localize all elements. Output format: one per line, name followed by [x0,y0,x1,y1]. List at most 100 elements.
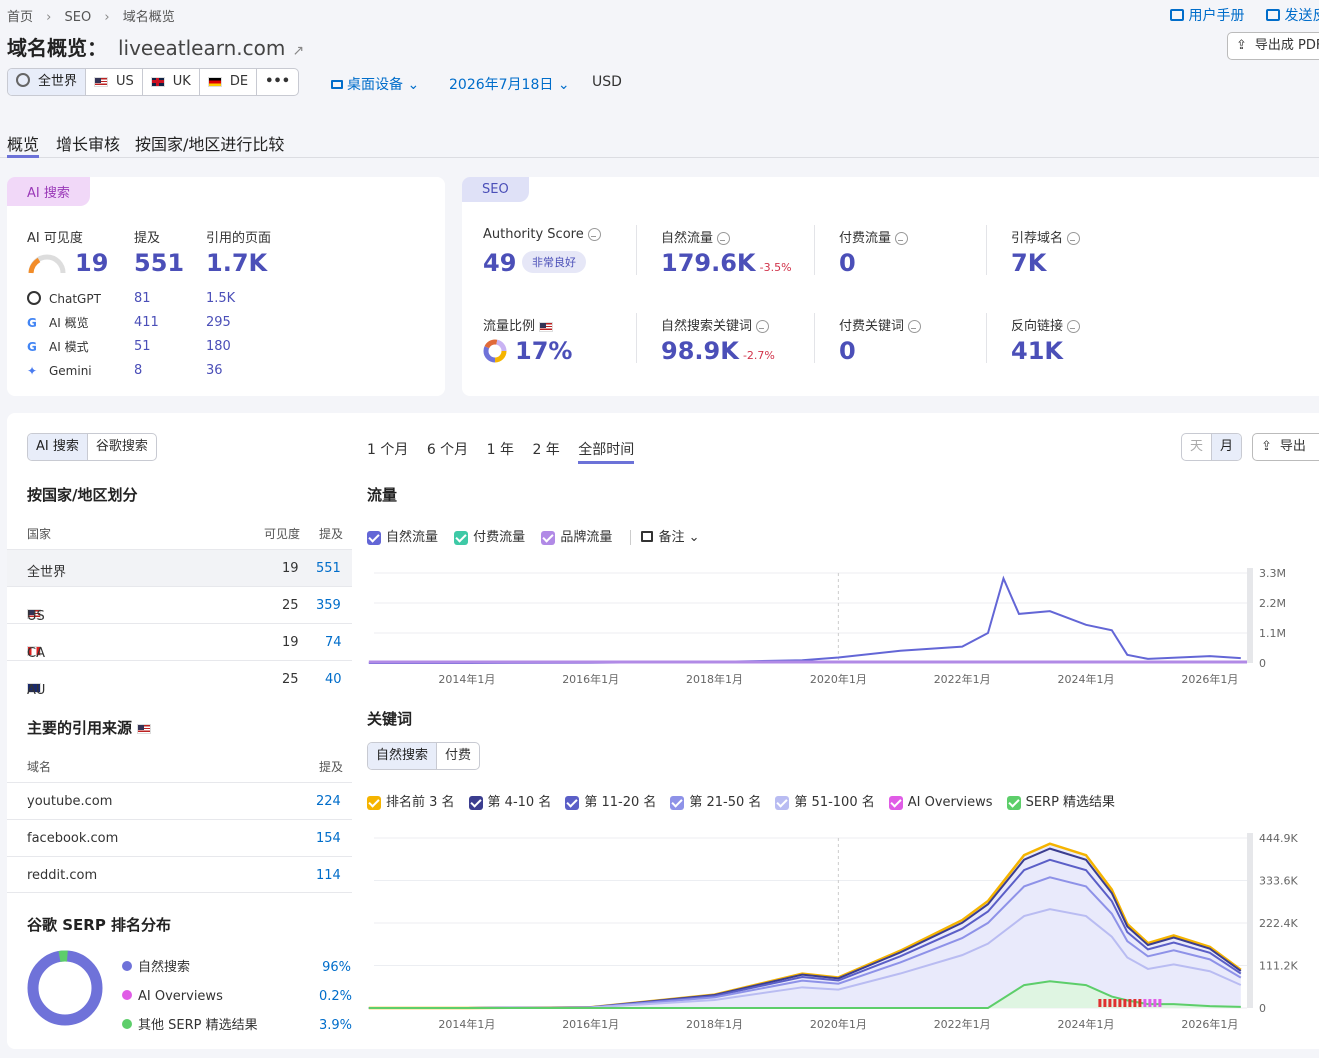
toggle-ai-search[interactable]: AI 搜索 [28,434,88,460]
serp-marker [1113,999,1117,1007]
legend-keyword-3[interactable]: 第 21-50 名 [670,795,761,810]
dot-icon [122,1019,132,1029]
legend-keyword-6[interactable]: SERP 精选结果 [1006,795,1115,810]
list-item[interactable]: youtube.com 224 [7,782,352,819]
organic-keywords-value[interactable]: 98.9K -2.7% [661,337,775,365]
range-1m[interactable]: 1 个月 [367,442,408,458]
legend-organic-traffic[interactable]: 自然流量 [367,530,438,545]
time-range-tabs: 1 个月 6 个月 1 年 2 年 全部时间 [367,439,635,464]
referring-domains-value[interactable]: 7K [1011,249,1046,277]
chatgpt-icon [27,291,41,305]
x-tick-label: 2026年1月 [1181,672,1238,686]
toggle-google-search[interactable]: 谷歌搜索 [88,434,156,460]
legend-label: 排名前 3 名 [386,795,455,810]
range-6m[interactable]: 6 个月 [427,442,468,458]
table-row[interactable]: 全世界 19 551 [7,549,352,586]
table-row[interactable]: AU 25 40 [7,660,352,698]
info-icon[interactable] [1067,320,1081,333]
ai-overview-mentions[interactable]: 411 [134,311,159,335]
legend-keyword-1[interactable]: 第 4-10 名 [468,795,551,810]
gemini-mentions[interactable]: 8 [134,359,159,383]
info-icon[interactable] [717,232,731,245]
legend-keyword-2[interactable]: 第 11-20 名 [565,795,656,810]
info-icon[interactable] [587,228,601,241]
list-item[interactable]: facebook.com 154 [7,819,352,856]
ai-overview-cited[interactable]: 295 [206,311,235,335]
gemini-cited[interactable]: 36 [206,359,235,383]
range-1y[interactable]: 1 年 [487,442,514,458]
legend-keyword-5[interactable]: AI Overviews [888,795,993,810]
x-tick-label: 2014年1月 [438,1017,495,1031]
legend-keyword-4[interactable]: 第 51-100 名 [775,795,875,810]
granularity-day[interactable]: 天 [1182,434,1213,460]
globe-icon [16,73,30,87]
backlinks-value[interactable]: 41K [1011,337,1063,365]
range-all[interactable]: 全部时间 [578,442,635,464]
country-section-title: 按国家/地区划分 [27,486,138,504]
info-icon[interactable] [756,320,770,333]
toggle-paid[interactable]: 付费 [437,743,479,769]
paid-traffic-value[interactable]: 0 [839,249,856,277]
ai-visibility-value: 19 [75,249,109,277]
range-2y[interactable]: 2 年 [532,442,559,458]
region-uk[interactable]: UK [143,69,200,95]
traffic-chart[interactable]: 0 1.1M 2.2M 3.3M 2014年1月 2016年1月 2018年1月 2020年1… [362,563,1312,693]
chatgpt-mentions[interactable]: 81 [134,287,159,311]
gemini-icon: ✦ [27,364,38,378]
ai-platform-list: ChatGPT G AI 概览 G AI 模式 ✦ Gemini [27,287,101,383]
device-selector[interactable]: 桌面设备 ⌄ [331,74,419,94]
breadcrumb-home[interactable]: 首页 [7,10,33,25]
region-us[interactable]: US [86,69,143,95]
tab-compare-countries[interactable]: 按国家/地区进行比较 [135,131,284,155]
country-col-header: 国家 [27,527,52,541]
ai-mode-mentions[interactable]: 51 [134,335,159,359]
info-icon[interactable] [1067,232,1081,245]
export-button[interactable]: ⇪ 导出 [1252,433,1319,461]
ai-mode-cited[interactable]: 180 [206,335,235,359]
chatgpt-cited[interactable]: 1.5K [206,287,235,311]
serp-marker [1118,999,1122,1007]
toggle-organic[interactable]: 自然搜索 [368,743,438,769]
breadcrumb-seo[interactable]: SEO [65,10,92,25]
ai-search-badge: AI 搜索 [7,177,90,206]
serp-marker [1153,999,1157,1007]
organic-traffic-value[interactable]: 179.6K -3.5% [661,249,792,277]
notes-dropdown[interactable]: 备注 ⌄ [641,530,700,545]
region-worldwide[interactable]: 全世界 [8,69,87,95]
us-flag-icon [539,321,554,332]
table-row[interactable]: CA 19 74 [7,623,352,661]
serp-marker [1123,999,1127,1007]
y-tick-label: 222.4K [1259,917,1298,930]
keywords-chart[interactable]: 0 111.2K 222.4K 333.6K 444.9K 2014年1月 2016年1月 2… [362,828,1312,1038]
feedback-link[interactable]: 发送反馈 [1266,5,1319,25]
more-regions-button[interactable]: ••• [257,69,298,95]
paid-keywords-value[interactable]: 0 [839,337,856,365]
comment-icon [1266,9,1280,21]
info-icon[interactable] [908,320,922,333]
serp-marker [1108,999,1112,1007]
legend-label: AI Overviews [907,795,993,810]
tab-growth-audit[interactable]: 增长审核 [56,131,120,155]
y-tick-label: 3.3M [1259,567,1286,580]
legend-brand-traffic[interactable]: 品牌流量 [541,530,612,545]
legend-paid-traffic[interactable]: 付费流量 [454,530,525,545]
backlinks-label: 反向链接 [1011,315,1081,334]
table-row[interactable]: US 25 359 [7,586,352,624]
list-item[interactable]: reddit.com 114 [7,856,352,893]
granularity-month[interactable]: 月 [1212,434,1242,460]
serp-ai-pct: 0.2% [319,989,353,1004]
organic-traffic-line [368,575,1241,664]
date-selector[interactable]: 2026年7月18日 ⌄ [449,74,570,94]
y-tick-label: 444.9K [1259,832,1298,845]
export-pdf-button[interactable]: ⇪ 导出成 PDF [1227,32,1319,60]
mentions-value[interactable]: 551 [134,249,184,277]
info-icon[interactable] [895,232,909,245]
source-mentions-col-header: 提及 [319,760,344,774]
manual-link[interactable]: 用户手册 [1170,5,1244,25]
tab-overview[interactable]: 概览 [7,131,39,155]
external-link-icon[interactable]: ↗ [292,43,304,59]
cited-pages-value[interactable]: 1.7K [206,249,267,277]
legend-keyword-0[interactable]: 排名前 3 名 [367,795,455,810]
region-de[interactable]: DE [200,69,258,95]
x-tick-label: 2020年1月 [810,1017,867,1031]
